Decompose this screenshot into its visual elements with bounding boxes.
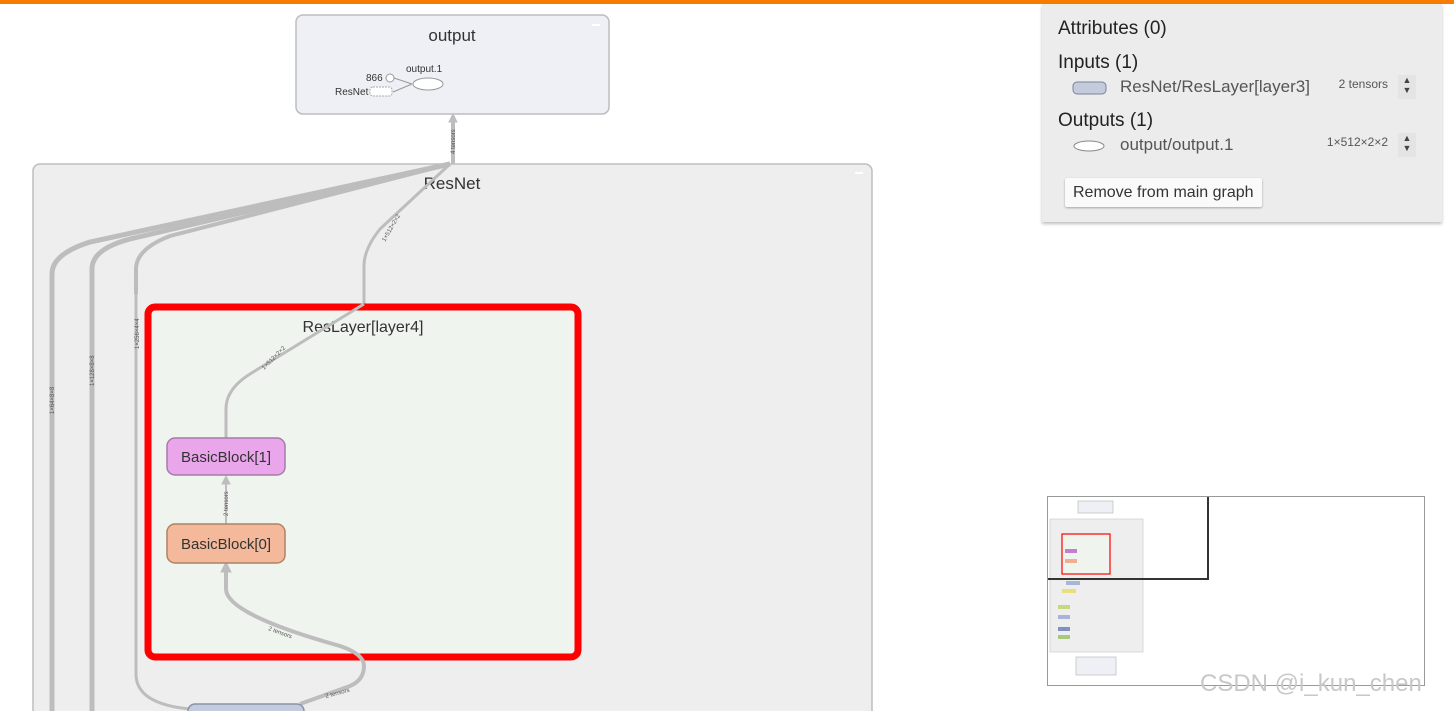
edge-label-256: 1×256×4×4 xyxy=(135,318,141,349)
graph-minimap[interactable] xyxy=(1047,496,1425,686)
output-shape: 1×512×2×2 xyxy=(1326,135,1388,149)
output-input-source-icon xyxy=(369,86,393,97)
output-input-count: 866 xyxy=(366,73,383,84)
minimap-block1 xyxy=(1065,549,1077,553)
edge-label-4-tensors: 4 tensors xyxy=(451,129,457,154)
input-name[interactable]: ResNet/ResLayer[layer3] xyxy=(1120,77,1310,97)
input-shape: 2 tensors xyxy=(1338,77,1388,91)
minimap-reslayer4 xyxy=(1061,533,1111,575)
minimap-layer2 xyxy=(1062,589,1076,593)
edge-label-block0-block1: 2 tensors xyxy=(224,491,230,516)
minimap-conv xyxy=(1058,635,1070,639)
input-expand-icon[interactable]: ▲ ▼ xyxy=(1398,75,1416,99)
minimap-maxpool xyxy=(1058,615,1070,619)
output-row[interactable]: output/output.1 1×512×2×2 ▲ ▼ xyxy=(1072,133,1432,157)
output-node[interactable]: output output.1 866 ResNet xyxy=(295,14,610,115)
reslayer-title: ResLayer[layer4] xyxy=(303,319,424,336)
minimap-canvas xyxy=(1048,497,1209,676)
output-op-icon xyxy=(1073,140,1105,152)
minimap-bn xyxy=(1058,627,1070,631)
minimap-layer3 xyxy=(1066,581,1080,585)
attributes-heading: Attributes (0) xyxy=(1058,18,1167,39)
inputs-heading: Inputs (1) xyxy=(1058,52,1139,73)
output-op-node[interactable] xyxy=(412,77,444,91)
watermark-text: CSDN @i_kun_chen xyxy=(1200,670,1422,697)
output-input-source: ResNet xyxy=(335,87,369,98)
reslayer-layer3-node[interactable] xyxy=(187,703,305,711)
minimap-output-node xyxy=(1077,500,1114,514)
remove-from-main-graph-button[interactable]: Remove from main graph xyxy=(1065,178,1262,207)
output-title: output xyxy=(428,26,476,45)
minimap-layer1 xyxy=(1058,605,1070,609)
outputs-heading: Outputs (1) xyxy=(1058,110,1154,131)
basicblock-1-label: BasicBlock[1] xyxy=(181,449,271,466)
edge-label-128: 1×128×8×8 xyxy=(90,355,96,386)
arrowhead-output xyxy=(448,112,458,123)
output-expand-icon[interactable]: ▲ ▼ xyxy=(1398,133,1416,157)
edge-label-64: 1×64×8×8 xyxy=(50,386,56,414)
input-row[interactable]: ResNet/ResLayer[layer3] 2 tensors ▲ ▼ xyxy=(1072,75,1432,99)
input-node-icon xyxy=(1072,81,1107,95)
output-name[interactable]: output/output.1 xyxy=(1120,135,1233,155)
reslayer-layer4-group[interactable]: ResLayer[layer4] xyxy=(144,303,582,661)
output-inner-label: output.1 xyxy=(406,64,443,75)
graph-canvas[interactable]: ResNet 4 tensors 1×512×2×2 1×64×8×8 1×12… xyxy=(0,4,1040,711)
basicblock-0-label: BasicBlock[0] xyxy=(181,536,271,553)
resnet-collapse-icon[interactable] xyxy=(855,172,863,174)
basicblock-1-node[interactable]: BasicBlock[1] xyxy=(166,437,286,476)
node-info-panel: Attributes (0) Inputs (1) ResNet/ResLaye… xyxy=(1042,4,1442,222)
output-input-port-icon xyxy=(385,73,395,83)
output-collapse-icon[interactable] xyxy=(592,24,600,26)
resnet-title: ResNet xyxy=(424,174,481,193)
minimap-input-node xyxy=(1075,656,1117,676)
minimap-block0 xyxy=(1065,559,1077,563)
basicblock-0-node[interactable]: BasicBlock[0] xyxy=(166,523,286,564)
